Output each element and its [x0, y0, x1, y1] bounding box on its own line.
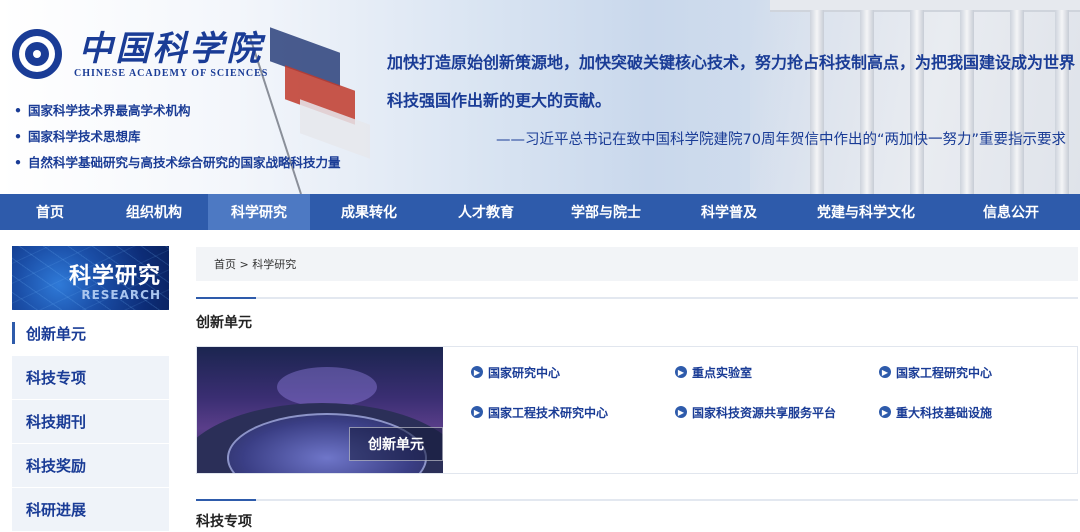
section-divider: [196, 499, 1078, 501]
arrow-right-icon: ▶: [471, 366, 483, 378]
nav-item-info-disclosure[interactable]: 信息公开: [942, 194, 1080, 230]
arrow-right-icon: ▶: [675, 406, 687, 418]
sidebar-menu: 创新单元 科技专项 科技期刊 科技奖励 科研进展: [12, 312, 169, 532]
slogan-item: 自然科学基础研究与高技术综合研究的国家战略科技力量: [14, 150, 341, 176]
sidebar-banner-title: 科学研究: [68, 264, 161, 289]
sidebar-item-research-progress[interactable]: 科研进展: [12, 488, 169, 531]
arrow-right-icon: ▶: [675, 366, 687, 378]
site-logo[interactable]: 中国科学院 CHINESE ACADEMY OF SCIENCES: [12, 24, 268, 84]
arrow-right-icon: ▶: [879, 406, 891, 418]
nav-item-academicians[interactable]: 学部与院士: [544, 194, 668, 230]
header-slogans: 国家科学技术界最高学术机构 国家科学技术思想库 自然科学基础研究与高技术综合研究…: [14, 98, 341, 176]
sidebar-banner: 科学研究 RESEARCH: [12, 246, 169, 310]
innovation-units-panel: 创新单元 ▶ 国家研究中心 ▶ 重点实验室 ▶ 国家工程研究中心 ▶ 国家工程技术研究中…: [196, 346, 1078, 474]
nav-item-education[interactable]: 人才教育: [428, 194, 544, 230]
arrow-right-icon: ▶: [471, 406, 483, 418]
nav-item-organization[interactable]: 组织机构: [100, 194, 208, 230]
link-national-engineering-center[interactable]: ▶ 国家工程研究中心: [879, 363, 1069, 381]
nav-item-research[interactable]: 科学研究: [208, 194, 310, 230]
breadcrumb: 首页 > 科学研究: [196, 247, 1078, 281]
sidebar-item-innovation-units[interactable]: 创新单元: [12, 312, 169, 355]
cas-emblem-icon: [12, 29, 62, 79]
main-nav: 首页 组织机构 科学研究 成果转化 人才教育 学部与院士 科学普及 党建与科学文…: [0, 194, 1080, 230]
link-engineering-technology-center[interactable]: ▶ 国家工程技术研究中心: [471, 403, 675, 421]
nav-item-achievements[interactable]: 成果转化: [310, 194, 428, 230]
link-key-laboratory[interactable]: ▶ 重点实验室: [675, 363, 879, 381]
arrow-right-icon: ▶: [879, 366, 891, 378]
innovation-telescope-image[interactable]: 创新单元: [197, 347, 443, 473]
link-major-infrastructure[interactable]: ▶ 重大科技基础设施: [879, 403, 1069, 421]
innovation-image-label: 创新单元: [349, 427, 443, 461]
nav-item-party-culture[interactable]: 党建与科学文化: [790, 194, 942, 230]
section-title-innovation: 创新单元: [196, 315, 252, 331]
site-header: 中国科学院 CHINESE ACADEMY OF SCIENCES 国家科学技术…: [0, 0, 1080, 194]
link-national-research-center[interactable]: ▶ 国家研究中心: [471, 363, 675, 381]
slogan-item: 国家科学技术思想库: [14, 124, 341, 150]
section-title-special-projects: 科技专项: [196, 514, 252, 530]
header-quote-source: ——习近平总书记在致中国科学院建院70周年贺信中作出的“两加快一努力”重要指示要…: [496, 132, 1066, 148]
logo-chinese-text: 中国科学院: [78, 28, 264, 69]
sidebar-item-journals[interactable]: 科技期刊: [12, 400, 169, 443]
slogan-item: 国家科学技术界最高学术机构: [14, 98, 341, 124]
section-divider: [196, 297, 1078, 299]
nav-item-home[interactable]: 首页: [0, 194, 100, 230]
sidebar-banner-subtitle: RESEARCH: [81, 288, 161, 302]
link-resource-sharing-platform[interactable]: ▶ 国家科技资源共享服务平台: [675, 403, 879, 421]
logo-english-text: CHINESE ACADEMY OF SCIENCES: [74, 67, 269, 79]
innovation-links: ▶ 国家研究中心 ▶ 重点实验室 ▶ 国家工程研究中心 ▶ 国家工程技术研究中心 ▶ 国家…: [471, 363, 1071, 421]
sidebar-item-special-projects[interactable]: 科技专项: [12, 356, 169, 399]
header-quote: 加快打造原始创新策源地，加快突破关键核心技术，努力抢占科技制高点，为把我国建设成…: [387, 53, 1076, 110]
sidebar-item-awards[interactable]: 科技奖励: [12, 444, 169, 487]
nav-item-popular-science[interactable]: 科学普及: [668, 194, 790, 230]
